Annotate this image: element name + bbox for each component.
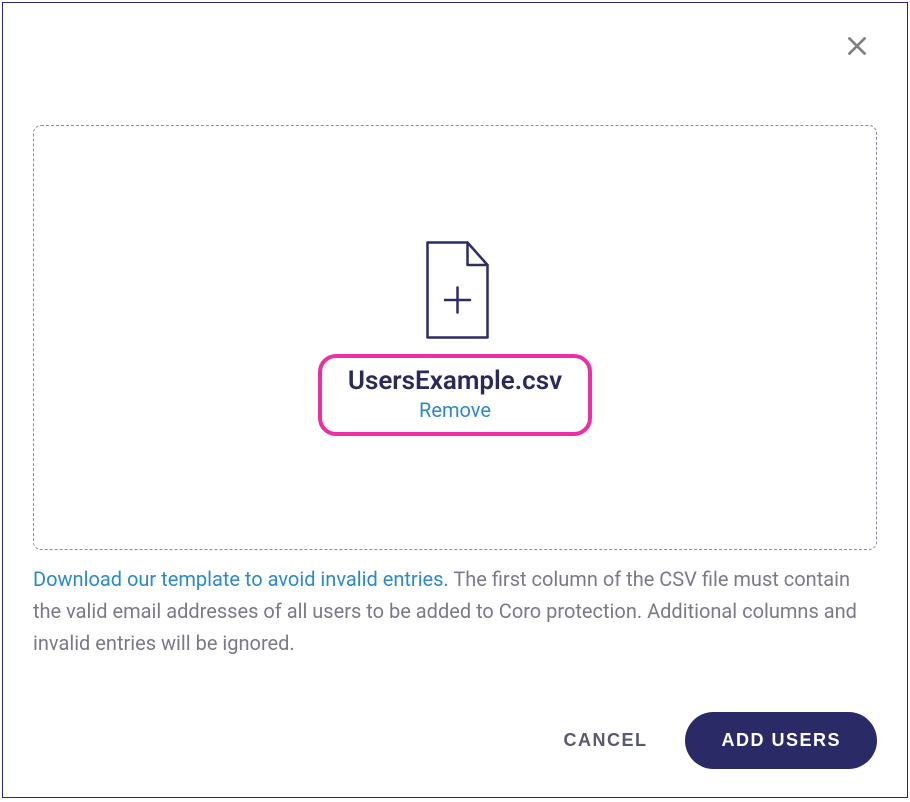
remove-file-link[interactable]: Remove: [348, 398, 562, 422]
close-icon: [844, 33, 870, 63]
file-dropzone[interactable]: UsersExample.csv Remove: [33, 125, 877, 550]
selected-file-name: UsersExample.csv: [348, 366, 562, 396]
add-users-button[interactable]: ADD USERS: [685, 712, 877, 769]
file-add-icon: [417, 240, 493, 340]
upload-users-dialog: UsersExample.csv Remove Download our tem…: [2, 2, 908, 798]
help-text: Download our template to avoid invalid e…: [33, 563, 877, 659]
close-button[interactable]: [842, 33, 872, 63]
download-template-link[interactable]: Download our template to avoid invalid e…: [33, 567, 449, 591]
cancel-button[interactable]: CANCEL: [555, 720, 655, 761]
dialog-actions: CANCEL ADD USERS: [555, 712, 877, 769]
selected-file-highlight: UsersExample.csv Remove: [318, 354, 592, 436]
